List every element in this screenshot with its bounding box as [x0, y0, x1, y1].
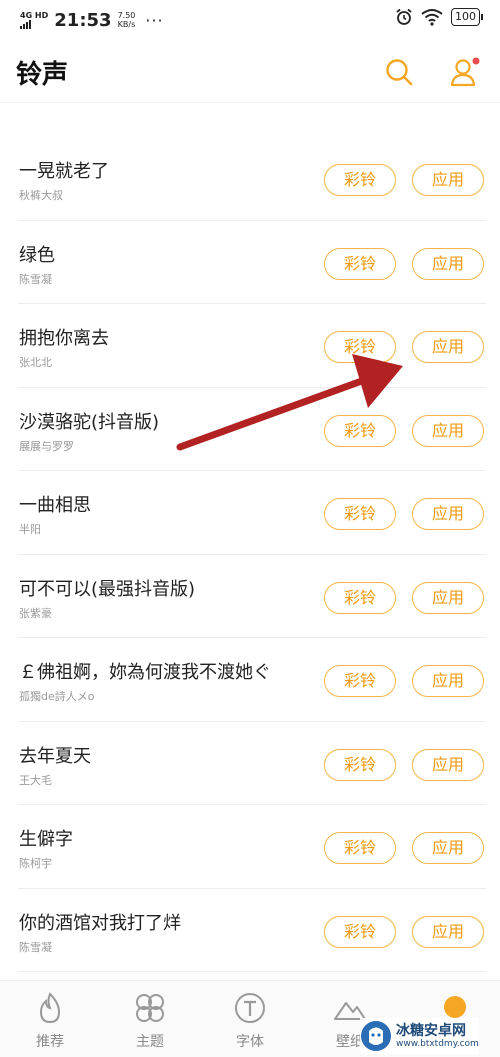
battery-level: 100	[455, 10, 476, 23]
apply-button[interactable]: 应用	[412, 498, 484, 530]
page-title: 铃声	[16, 60, 69, 90]
apply-button[interactable]: 应用	[412, 414, 484, 447]
song-artist: 展展与罗罗	[19, 439, 74, 453]
color-ring-button[interactable]: 彩铃	[324, 414, 396, 447]
font-icon	[235, 993, 265, 1023]
apply-button[interactable]: 应用	[412, 331, 484, 363]
song-artist: 陈柯宇	[19, 857, 52, 870]
list-item[interactable]: 拥抱你离去张北北 彩铃 应用	[0, 304, 500, 388]
header-divider	[0, 102, 500, 103]
apply-button[interactable]: 应用	[412, 665, 484, 697]
nav-item-theme[interactable]: 主题	[100, 981, 200, 1057]
watermark-url: www.btxtdmy.com	[396, 1038, 479, 1049]
search-icon[interactable]	[384, 57, 414, 87]
song-title: 生僻字	[19, 829, 73, 850]
row-divider	[18, 971, 486, 972]
speed-unit: KB/s	[117, 20, 136, 29]
list-item[interactable]: 可不可以(最强抖音版) 张紫豪 彩铃 应用	[0, 555, 500, 638]
alarm-icon	[396, 8, 412, 25]
song-title: 拥抱你离去	[19, 328, 109, 349]
watermark-logo-icon	[361, 1021, 391, 1051]
nav-label: 主题	[136, 1034, 164, 1050]
list-item[interactable]: 你的酒馆对我打了烊陈雪凝 彩铃 应用	[0, 889, 500, 972]
list-item[interactable]: 沙漠骆驼(抖音版) 展展与罗罗 彩铃 应用	[0, 388, 500, 471]
apply-button[interactable]: 应用	[412, 748, 484, 781]
song-title: 一晃就老了	[19, 161, 109, 182]
network-speed: 7.50 KB/s	[118, 11, 136, 29]
watermark-name: 冰糖安卓网	[396, 1022, 466, 1039]
song-artist: 陈雪凝	[19, 940, 52, 954]
watermark: 冰糖安卓网 www.btxtdmy.com	[360, 1018, 479, 1054]
signal-icon: 4G HD	[20, 10, 49, 29]
apply-button[interactable]: 应用	[412, 832, 484, 864]
color-ring-button[interactable]: 彩铃	[324, 247, 396, 280]
list-item[interactable]: 去年夏天王大毛 彩铃 应用	[0, 722, 500, 805]
song-title: 绿色	[19, 244, 55, 266]
wifi-icon	[421, 9, 443, 26]
song-title: 沙漠骆驼(抖音版)	[19, 411, 160, 433]
apply-button[interactable]: 应用	[412, 915, 484, 948]
nav-label: 推荐	[36, 1034, 64, 1050]
nav-item-font[interactable]: 字体	[200, 981, 300, 1057]
more-notifications: ···	[145, 10, 164, 30]
color-ring-button[interactable]: 彩铃	[324, 832, 396, 864]
color-ring-button[interactable]: 彩铃	[324, 748, 396, 781]
battery-icon: 100	[451, 8, 483, 26]
song-artist: 半阳	[19, 523, 41, 536]
list-item[interactable]: 生僻字陈柯宇 彩铃 应用	[0, 805, 500, 889]
apply-button[interactable]: 应用	[412, 247, 484, 280]
color-ring-button[interactable]: 彩铃	[324, 665, 396, 697]
notification-dot	[472, 57, 480, 65]
song-artist: 王大毛	[19, 773, 52, 787]
clock: 21:53	[54, 9, 112, 31]
list-item[interactable]: 一曲相思半阳 彩铃 应用	[0, 471, 500, 555]
color-ring-button[interactable]: 彩铃	[324, 915, 396, 948]
song-artist: 陈雪凝	[19, 272, 52, 286]
song-title: 一曲相思	[19, 495, 91, 516]
song-title: 去年夏天	[19, 745, 91, 767]
song-title: 你的酒馆对我打了烊	[19, 912, 181, 934]
pinwheel-icon	[136, 994, 164, 1022]
list-item[interactable]: ￡佛祖婀，妳為何渡我不渡她ぐ孤獨de詩人メo 彩铃 应用	[0, 638, 500, 722]
list-item[interactable]: 绿色陈雪凝 彩铃 应用	[0, 221, 500, 304]
status-bar: 4G HD 21:53 7.50 KB/s ··· 100	[0, 0, 500, 40]
song-artist: 秋裤大叔	[19, 189, 63, 202]
nav-item-recommend[interactable]: 推荐	[0, 981, 100, 1057]
list-item[interactable]: 一晃就老了秋裤大叔 彩铃 应用	[0, 137, 500, 221]
song-title: 可不可以(最强抖音版)	[19, 578, 196, 600]
nav-label: 字体	[236, 1034, 264, 1050]
user-icon[interactable]	[448, 56, 482, 88]
speed-value: 7.50	[117, 11, 136, 20]
color-ring-button[interactable]: 彩铃	[324, 331, 396, 363]
apply-button[interactable]: 应用	[412, 581, 484, 614]
song-artist: 孤獨de詩人メo	[19, 690, 95, 703]
color-ring-button[interactable]: 彩铃	[324, 164, 396, 196]
ringtone-list: 一晃就老了 秋裤大叔 彩铃 应用 绿色 陈雪凝 彩铃 应用 拥抱你离去 张北北 彩铃 应用 沙漠骆驼(抖…	[0, 137, 500, 972]
apply-button[interactable]: 应用	[412, 164, 484, 196]
flame-icon	[39, 992, 61, 1024]
app-bar: 铃声	[0, 40, 500, 102]
song-title: ￡佛祖婀，妳為何渡我不渡她ぐ	[19, 662, 271, 683]
color-ring-button[interactable]: 彩铃	[324, 498, 396, 530]
song-artist: 张北北	[19, 356, 52, 369]
network-label: 4G HD	[20, 10, 49, 20]
song-artist: 张紫豪	[19, 606, 52, 620]
color-ring-button[interactable]: 彩铃	[324, 581, 396, 614]
